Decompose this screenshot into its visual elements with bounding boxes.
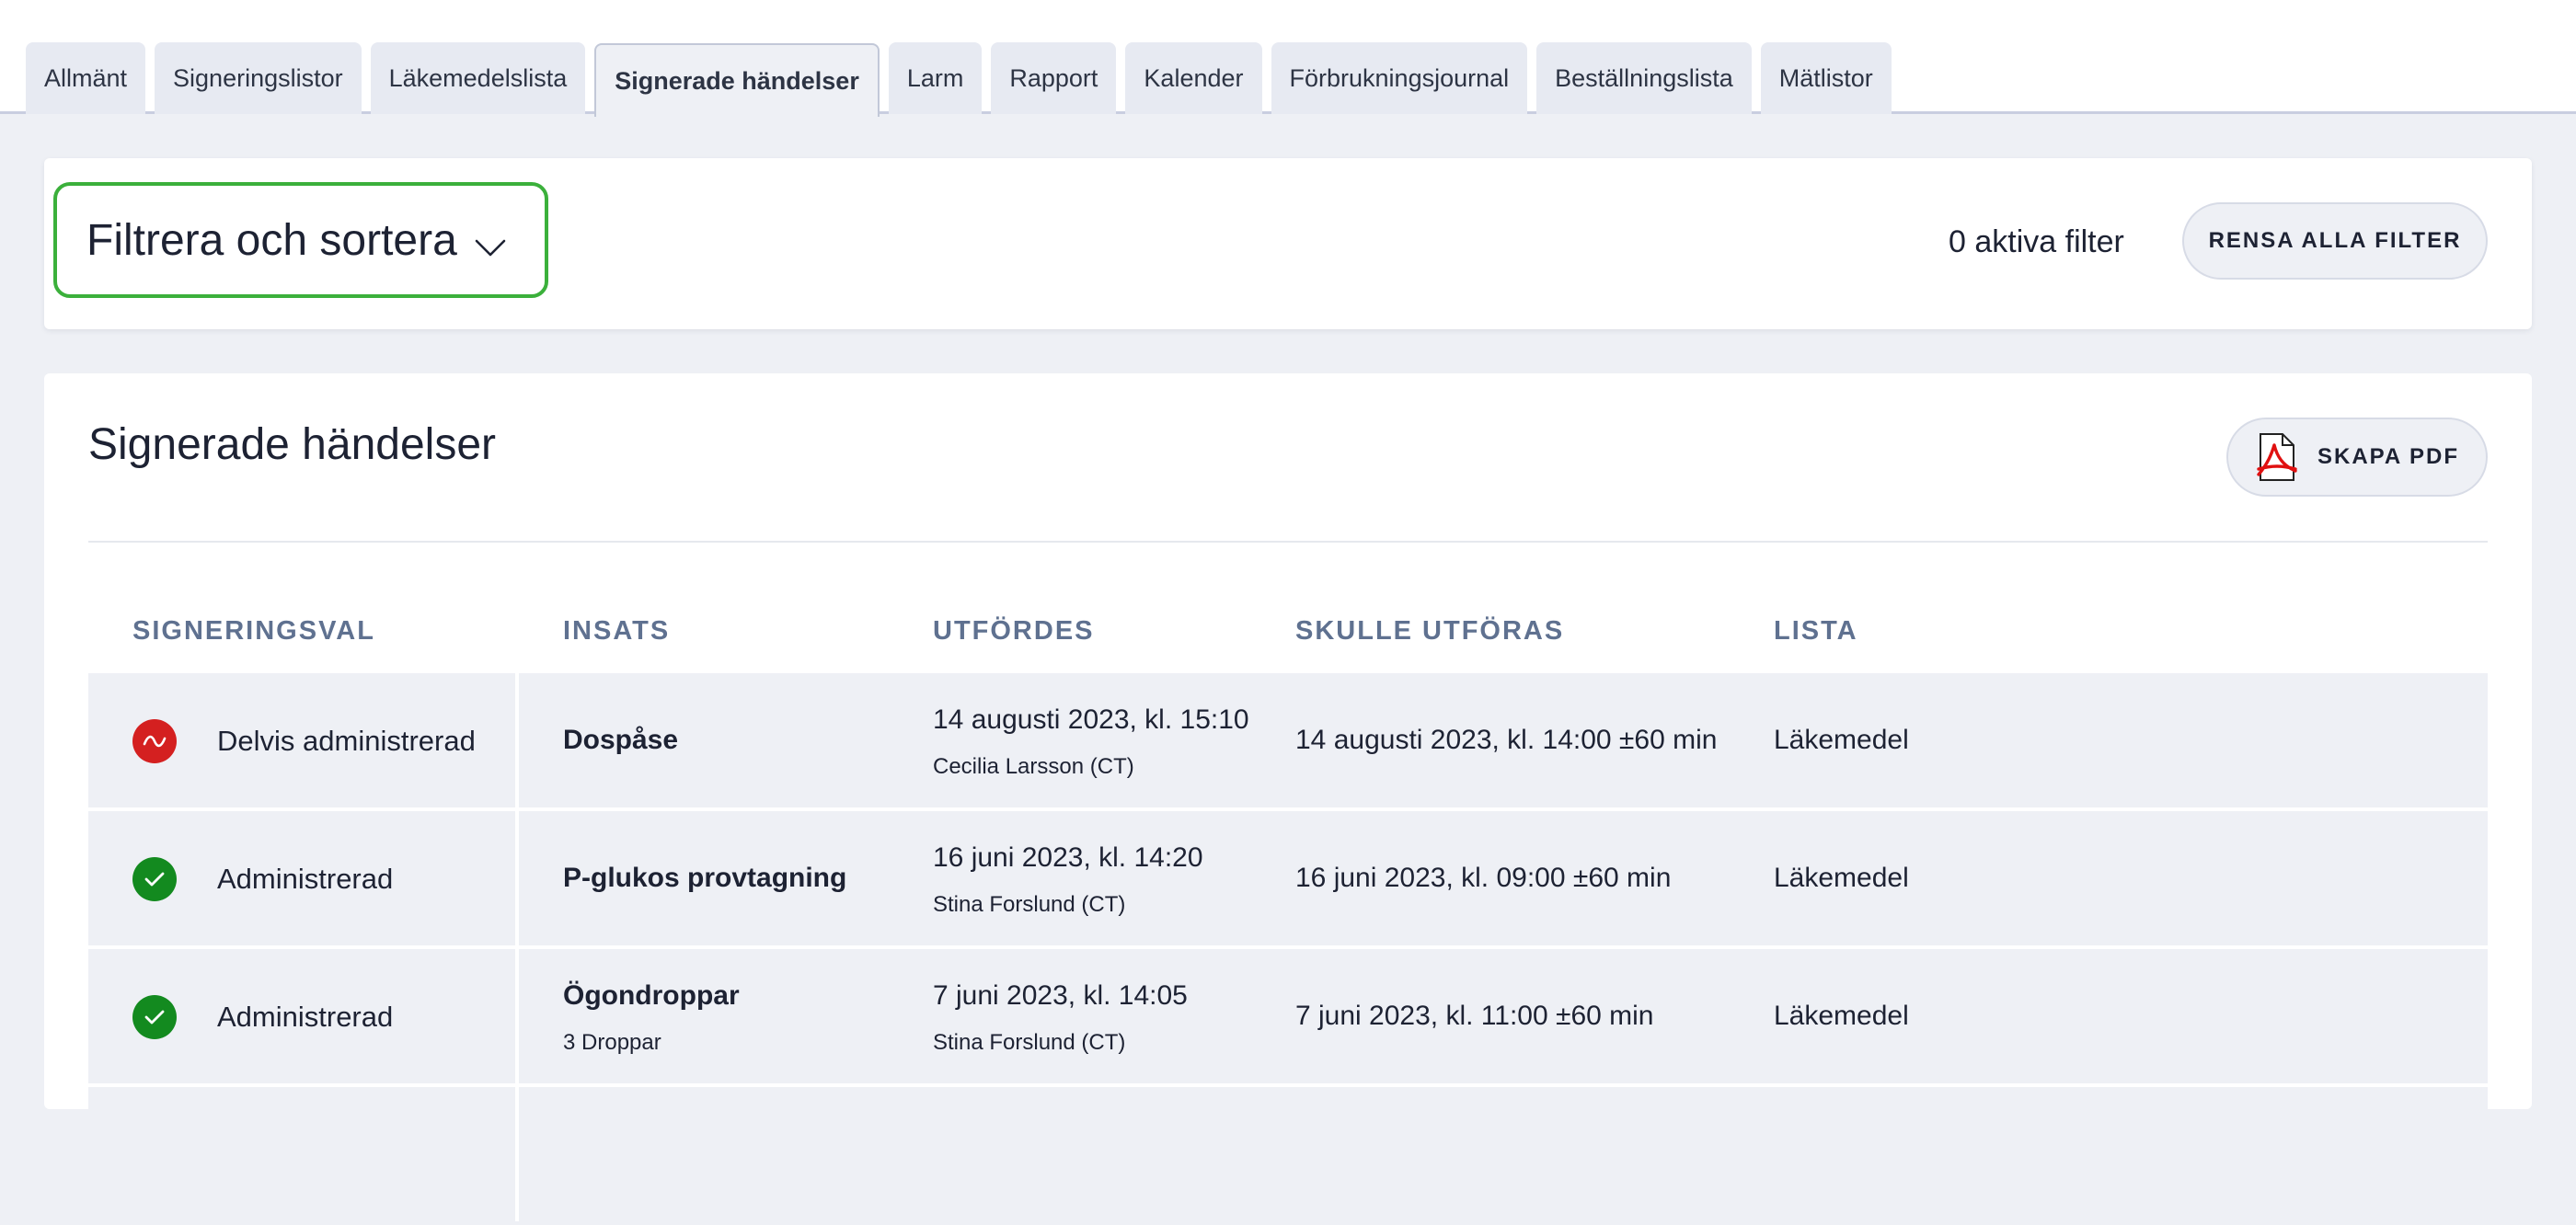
column-header-insats[interactable]: INSATS [563, 616, 670, 647]
chevron-down-icon [475, 239, 506, 257]
tab-larm[interactable]: Larm [888, 42, 983, 114]
tab-kalender[interactable]: Kalender [1125, 42, 1262, 114]
tab-rapport[interactable]: Rapport [991, 42, 1117, 114]
clear-all-filters-button[interactable]: RENSA ALLA FILTER [2182, 202, 2488, 280]
tab-matlistor[interactable]: Mätlistor [1760, 42, 1892, 114]
column-separator [515, 949, 519, 1083]
column-header-skulle-utforas[interactable]: SKULLE UTFÖRAS [1295, 616, 1564, 647]
page-title: Signerade händelser [88, 420, 496, 469]
filter-panel: Filtrera och sortera 0 aktiva filter REN… [44, 158, 2532, 329]
table-row[interactable]: Delvis administrerad Dospåse 14 augusti … [88, 673, 2488, 807]
tab-signerade-handelser[interactable]: Signerade händelser [594, 43, 880, 117]
scheduled-time: 16 juni 2023, kl. 09:00 ±60 min [1295, 863, 1672, 893]
tab-allmant[interactable]: Allmänt [26, 42, 146, 114]
list-name: Läkemedel [1774, 725, 1909, 755]
create-pdf-label: SKAPA PDF [2317, 444, 2459, 469]
table-header: SIGNERINGSVAL INSATS UTFÖRDES SKULLE UTF… [88, 601, 2488, 657]
table-row[interactable] [88, 1087, 2488, 1221]
list-name: Läkemedel [1774, 1001, 1909, 1031]
insats-name: Dospåse [563, 725, 679, 755]
column-separator [515, 1087, 519, 1221]
list-name: Läkemedel [1774, 863, 1909, 893]
tab-lakemedelslista[interactable]: Läkemedelslista [370, 42, 586, 114]
performed-time: 7 juni 2023, kl. 14:05 [933, 980, 1188, 1011]
scheduled-time: 14 augusti 2023, kl. 14:00 ±60 min [1295, 725, 1718, 755]
status-label: Administrerad [217, 1001, 394, 1033]
insats-name: P-glukos provtagning [563, 863, 847, 893]
status-label: Delvis administrerad [217, 725, 476, 757]
table-body: Delvis administrerad Dospåse 14 augusti … [88, 673, 2488, 1225]
pdf-file-icon [2257, 433, 2297, 481]
column-separator [515, 811, 519, 945]
tilde-icon [132, 719, 177, 763]
tab-forbrukningsjournal[interactable]: Förbrukningsjournal [1271, 42, 1528, 114]
tab-bar: Allmänt Signeringslistor Läkemedelslista… [0, 0, 2576, 117]
performed-time: 14 augusti 2023, kl. 15:10 [933, 704, 1249, 735]
clear-all-filters-label: RENSA ALLA FILTER [2208, 228, 2462, 253]
performed-time: 16 juni 2023, kl. 14:20 [933, 842, 1203, 873]
column-header-signeringsval[interactable]: SIGNERINGSVAL [132, 616, 375, 647]
insats-dose: 3 Droppar [563, 1030, 661, 1055]
divider [88, 541, 2488, 543]
column-header-lista[interactable]: LISTA [1774, 616, 1858, 647]
active-filter-count: 0 aktiva filter [1949, 224, 2124, 259]
performed-by: Cecilia Larsson (CT) [933, 754, 1134, 779]
create-pdf-button[interactable]: SKAPA PDF [2226, 418, 2488, 497]
filter-sort-label: Filtrera och sortera [86, 215, 457, 265]
signed-events-card: Signerade händelser SKAPA PDF SIGNERINGS… [44, 373, 2532, 1221]
insats-name: Ögondroppar [563, 980, 740, 1011]
filter-sort-toggle[interactable]: Filtrera och sortera [53, 182, 548, 298]
tab-signeringslistor[interactable]: Signeringslistor [155, 42, 362, 114]
check-icon [132, 857, 177, 901]
tab-bestallningslista[interactable]: Beställningslista [1536, 42, 1752, 114]
scheduled-time: 7 juni 2023, kl. 11:00 ±60 min [1295, 1001, 1654, 1031]
column-header-utfordes[interactable]: UTFÖRDES [933, 616, 1095, 647]
table-row[interactable]: Administrerad Ögondroppar 3 Droppar 7 ju… [88, 949, 2488, 1083]
status-label: Administrerad [217, 863, 394, 895]
tabs: Allmänt Signeringslistor Läkemedelslista… [26, 42, 1892, 117]
performed-by: Stina Forslund (CT) [933, 1030, 1126, 1055]
performed-by: Stina Forslund (CT) [933, 892, 1126, 917]
table-row[interactable]: Administrerad P-glukos provtagning 16 ju… [88, 811, 2488, 945]
column-separator [515, 673, 519, 807]
check-icon [132, 995, 177, 1039]
